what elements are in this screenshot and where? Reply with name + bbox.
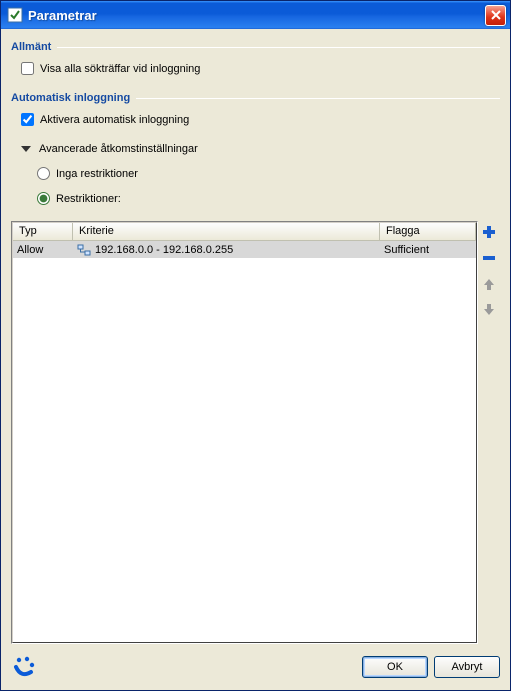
- activate-autologin-input[interactable]: [21, 113, 34, 126]
- restrictions-input[interactable]: [37, 192, 50, 205]
- window-title: Parametrar: [28, 8, 485, 23]
- cell-typ: Allow: [13, 243, 73, 257]
- col-kriterie-header[interactable]: Kriterie: [73, 223, 380, 240]
- divider: [136, 98, 500, 99]
- group-general-label: Allmänt: [11, 41, 51, 53]
- restrictions-radio[interactable]: Restriktioner:: [37, 192, 500, 205]
- group-autologin-label: Automatisk inloggning: [11, 92, 130, 104]
- divider: [57, 47, 500, 48]
- no-restrictions-label: Inga restriktioner: [56, 168, 138, 180]
- cell-kriterie-text: 192.168.0.0 - 192.168.0.255: [95, 244, 233, 256]
- advanced-label: Avancerade åtkomstinställningar: [39, 143, 198, 155]
- chevron-down-icon: [21, 146, 31, 152]
- brand-logo-icon: [11, 654, 37, 680]
- col-typ-header[interactable]: Typ: [13, 223, 73, 240]
- cancel-button[interactable]: Avbryt: [434, 656, 500, 678]
- no-restrictions-input[interactable]: [37, 167, 50, 180]
- restrictions-table-area: Typ Kriterie Flagga Allow: [11, 221, 500, 644]
- show-search-hits-input[interactable]: [21, 62, 34, 75]
- content-area: Allmänt Visa alla sökträffar vid inloggn…: [1, 29, 510, 650]
- show-search-hits-label: Visa alla sökträffar vid inloggning: [40, 63, 200, 75]
- app-icon: [7, 7, 23, 23]
- table-row[interactable]: Allow 192.168.0.0 - 192.168.0.255: [13, 241, 476, 258]
- footer: OK Avbryt: [1, 650, 510, 690]
- network-icon: [77, 243, 91, 257]
- no-restrictions-radio[interactable]: Inga restriktioner: [37, 167, 500, 180]
- add-row-button[interactable]: [480, 223, 498, 241]
- dialog-window: Parametrar Allmänt Visa alla sökträffar …: [0, 0, 511, 691]
- close-button[interactable]: [485, 5, 506, 26]
- cell-kriterie: 192.168.0.0 - 192.168.0.255: [73, 242, 380, 258]
- group-autologin: Automatisk inloggning: [11, 92, 500, 104]
- titlebar: Parametrar: [1, 1, 510, 29]
- group-general: Allmänt: [11, 41, 500, 53]
- advanced-expander[interactable]: Avancerade åtkomstinställningar: [21, 143, 500, 155]
- activate-autologin-checkbox[interactable]: Aktivera automatisk inloggning: [21, 113, 500, 126]
- move-down-button[interactable]: [480, 301, 498, 319]
- show-search-hits-checkbox[interactable]: Visa alla sökträffar vid inloggning: [21, 62, 500, 75]
- row-actions: [478, 221, 500, 644]
- remove-row-button[interactable]: [480, 249, 498, 267]
- ok-button[interactable]: OK: [362, 656, 428, 678]
- move-up-button[interactable]: [480, 275, 498, 293]
- table-header: Typ Kriterie Flagga: [13, 223, 476, 241]
- col-flagga-header[interactable]: Flagga: [380, 223, 476, 240]
- activate-autologin-label: Aktivera automatisk inloggning: [40, 114, 189, 126]
- table-body: Allow 192.168.0.0 - 192.168.0.255: [13, 241, 476, 642]
- restrictions-table[interactable]: Typ Kriterie Flagga Allow: [11, 221, 478, 644]
- restrictions-label: Restriktioner:: [56, 193, 121, 205]
- cell-flagga: Sufficient: [380, 243, 476, 257]
